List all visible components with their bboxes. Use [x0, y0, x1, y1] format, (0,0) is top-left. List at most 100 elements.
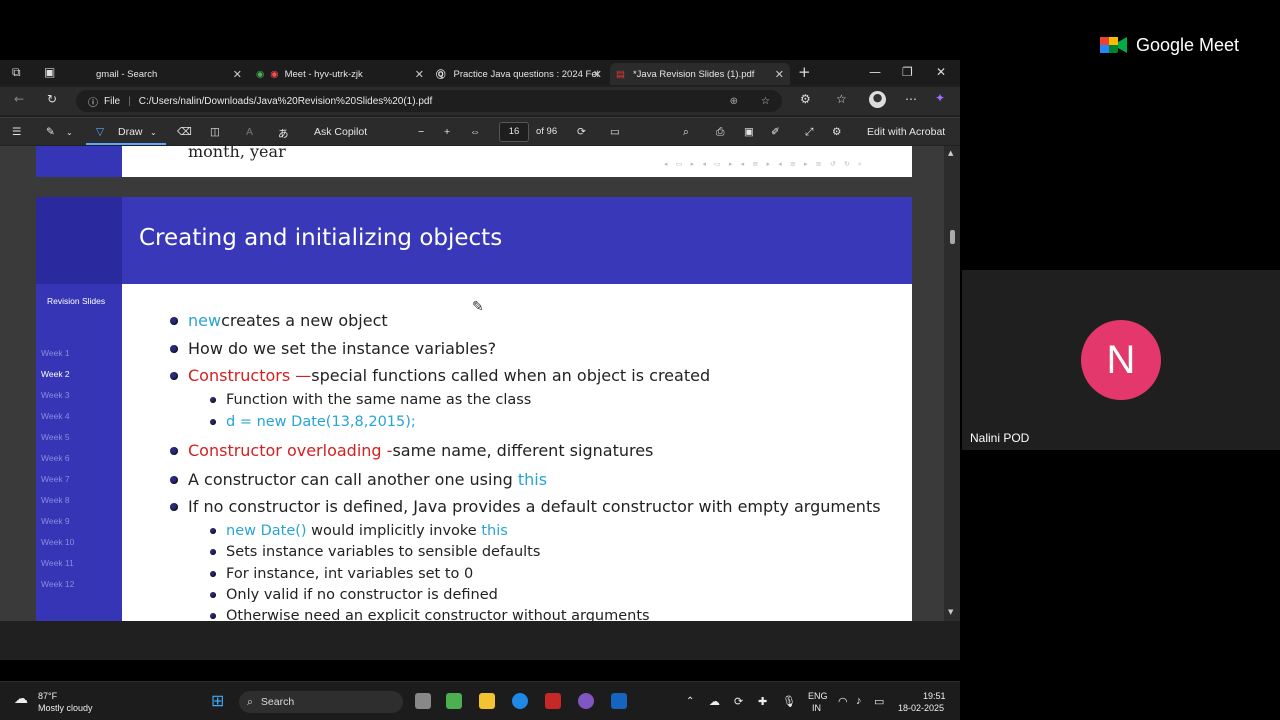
sidebar-week-7[interactable]: Week 7 — [41, 474, 70, 484]
keyword-constructors: Constructors — — [188, 366, 312, 385]
microphone-icon[interactable]: 🎙 — [782, 695, 796, 708]
sync-icon[interactable]: ⟳ — [734, 695, 743, 708]
tab-label: gmail - Search — [96, 68, 158, 80]
bullet-text: If no constructor is defined, Java provi… — [188, 497, 881, 516]
address-bar[interactable]: ⓘ File | C:/Users/nalin/Downloads/Java%2… — [76, 90, 782, 112]
print-icon[interactable]: ⎙ — [716, 126, 724, 139]
menu-icon[interactable]: ⋯ — [905, 92, 917, 106]
weather-text[interactable]: Mostly cloudy — [38, 703, 93, 713]
file-explorer-icon[interactable] — [479, 693, 495, 709]
scroll-down-icon[interactable]: ▼ — [948, 608, 953, 616]
erase-icon[interactable]: ⌫ — [177, 126, 192, 138]
sidebar-week-6[interactable]: Week 6 — [41, 453, 70, 463]
profile-icon[interactable]: ● — [869, 91, 886, 108]
zoom-in-icon[interactable]: + — [444, 126, 450, 138]
chevron-down-icon[interactable]: ⌄ — [66, 128, 73, 137]
taskbar-search[interactable]: ⌕ Search — [239, 691, 403, 713]
clock-time[interactable]: 19:51 — [923, 691, 946, 701]
view-icon[interactable]: ◫ — [210, 126, 220, 138]
task-view-icon[interactable] — [415, 693, 431, 709]
wifi-icon[interactable]: ◠ — [838, 695, 848, 708]
close-icon[interactable]: ✕ — [415, 68, 424, 81]
new-tab-icon[interactable]: + — [798, 63, 811, 81]
save-icon[interactable]: ▣ — [744, 126, 754, 138]
contents-icon[interactable]: ☰ — [12, 126, 21, 138]
sidebar-week-10[interactable]: Week 10 — [41, 537, 74, 547]
edit-with-acrobat-button[interactable]: Edit with Acrobat — [867, 126, 945, 138]
slide-header: Creating and initializing objects — [122, 197, 912, 284]
app-tray-icon[interactable]: ✚ — [758, 695, 767, 708]
tab-actions-icon[interactable]: ▣ — [44, 65, 55, 79]
favorite-icon[interactable]: ☆ — [761, 96, 770, 107]
clock-date[interactable]: 18-02-2025 — [898, 703, 944, 713]
close-icon[interactable]: ✕ — [593, 68, 602, 81]
close-icon[interactable]: ✕ — [233, 68, 242, 81]
onedrive-icon[interactable]: ☁ — [709, 695, 720, 708]
translate-icon[interactable]: あ — [278, 126, 289, 141]
sidebar-week-3[interactable]: Week 3 — [41, 390, 70, 400]
sidebar-week-12[interactable]: Week 12 — [41, 579, 74, 589]
sidebar-week-5[interactable]: Week 5 — [41, 432, 70, 442]
minimize-icon[interactable]: — — [869, 65, 881, 79]
tab-practice[interactable]: Ⓠ Practice Java questions : 2024 Fel ✕ — [432, 63, 608, 85]
ask-copilot-button[interactable]: Ask Copilot — [314, 126, 367, 138]
highlight-icon[interactable]: ✎ — [46, 126, 55, 138]
scrollbar-thumb[interactable] — [950, 230, 955, 244]
weather-temp[interactable]: 87°F — [38, 691, 57, 701]
weather-icon[interactable]: ☁ — [14, 690, 28, 707]
scrollbar[interactable]: ▲ ▼ — [944, 146, 960, 621]
restore-icon[interactable]: ❐ — [902, 65, 913, 79]
sidebar-week-1[interactable]: Week 1 — [41, 348, 70, 358]
refresh-icon[interactable]: ↻ — [47, 92, 57, 106]
sidebar-week-11[interactable]: Week 11 — [41, 558, 74, 568]
fullscreen-icon[interactable]: ⤢ — [805, 126, 813, 139]
participant-tile[interactable]: N Nalini POD — [962, 270, 1280, 450]
search-icon[interactable]: ⌕ — [683, 126, 689, 139]
tab-meet[interactable]: ◉ ◉ Meet - hyv-utrk-zjk ✕ — [252, 63, 430, 85]
settings-icon[interactable]: ⚙ — [832, 126, 841, 138]
scroll-up-icon[interactable]: ▲ — [948, 149, 953, 157]
tab-pdf[interactable]: ▤ *Java Revision Slides (1).pdf ✕ — [610, 63, 790, 85]
tray-chevron-icon[interactable]: ⌃ — [686, 696, 694, 707]
bullet-text: would implicitly invoke — [306, 523, 482, 539]
outlook-icon[interactable] — [611, 693, 627, 709]
copilot-app-icon[interactable] — [578, 693, 594, 709]
sidebar-title[interactable]: Revision Slides — [47, 296, 105, 306]
windows-start-icon[interactable]: ⊞ — [211, 691, 227, 710]
zoom-icon[interactable]: ⊕ — [730, 96, 738, 107]
keyword-new: new — [188, 311, 222, 330]
page-number-input[interactable]: 16 — [499, 122, 529, 142]
battery-icon[interactable]: ▭ — [874, 695, 884, 708]
bullet-text: A constructor can call another one using — [188, 470, 518, 489]
store-icon[interactable] — [446, 693, 462, 709]
workspaces-icon[interactable]: ⧉ — [12, 65, 21, 80]
language-region[interactable]: IN — [812, 703, 821, 713]
text-icon[interactable]: A — [246, 126, 253, 138]
draw-icon[interactable]: ▽ — [96, 126, 104, 138]
edge-icon[interactable] — [512, 693, 528, 709]
sidebar-week-2[interactable]: Week 2 — [41, 369, 70, 379]
mcafee-icon[interactable] — [545, 693, 561, 709]
volume-icon[interactable]: ♪ — [856, 695, 862, 707]
page-view-icon[interactable]: ▭ — [610, 126, 620, 138]
pdf-viewer[interactable]: month, year ◂ ▭ ▸ ◂ ▭ ▸ ◂ ≡ ▸ ◂ ≡ ▸ ≡ ↺ … — [0, 146, 960, 621]
sidebar-week-4[interactable]: Week 4 — [41, 411, 70, 421]
fit-page-icon[interactable]: ⇔ — [470, 126, 481, 138]
save-as-icon[interactable]: ✐ — [771, 126, 780, 138]
beamer-nav-icons[interactable]: ◂ ▭ ▸ ◂ ▭ ▸ ◂ ≡ ▸ ◂ ≡ ▸ ≡ ↺ ↻ ⌕ — [664, 160, 865, 169]
copilot-icon[interactable]: ✦ — [935, 91, 945, 105]
back-icon[interactable]: ← — [14, 92, 24, 106]
tab-gmail[interactable]: gmail - Search ✕ — [76, 63, 248, 85]
close-window-icon[interactable]: ✕ — [936, 65, 946, 79]
sidebar-week-8[interactable]: Week 8 — [41, 495, 70, 505]
bullet-icon — [210, 419, 216, 425]
sidebar-week-9[interactable]: Week 9 — [41, 516, 70, 526]
language-code[interactable]: ENG — [808, 691, 828, 701]
draw-button[interactable]: Draw — [118, 126, 143, 138]
rotate-icon[interactable]: ⟳ — [577, 126, 586, 138]
chevron-down-icon[interactable]: ⌄ — [150, 128, 157, 137]
favorites-icon[interactable]: ☆ — [836, 92, 847, 106]
zoom-out-icon[interactable]: − — [418, 126, 424, 138]
extensions-icon[interactable]: ⚙ — [800, 92, 811, 106]
close-icon[interactable]: ✕ — [775, 68, 784, 81]
